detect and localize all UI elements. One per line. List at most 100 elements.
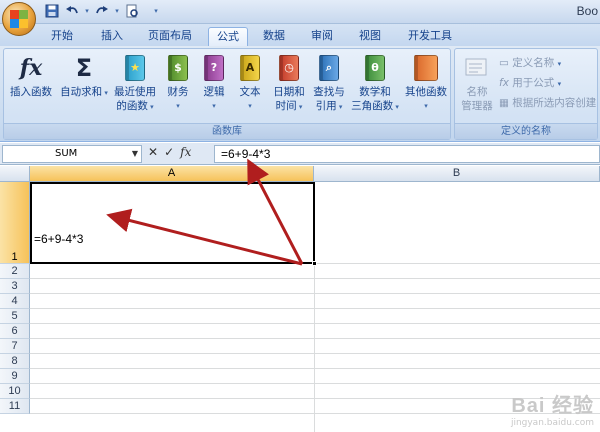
tab-data[interactable]: 数据 (256, 27, 292, 46)
table-row (30, 309, 600, 324)
enter-check-icon[interactable]: ✓ (164, 145, 174, 159)
row-header-3[interactable]: 3 (0, 279, 30, 294)
chevron-down-icon[interactable]: ▼ (132, 146, 138, 162)
math-label-1: 数学和 (359, 86, 391, 98)
watermark-logo: Bai 经验 (511, 395, 594, 417)
lookup-label-1: 查找与 (313, 86, 345, 98)
use-in-formula-button[interactable]: fx 用于公式 ▾ (499, 75, 561, 90)
name-box[interactable]: SUM ▼ (2, 145, 142, 163)
function-library-group: fx 插入函数 Σ 自动求和 ▾ ★ 最近使用 的函数 ▾ $ 财务 ▾ ? 逻… (3, 48, 451, 140)
tab-insert[interactable]: 插入 (92, 27, 132, 46)
logical-label: 逻辑 (203, 86, 225, 98)
redo-dropdown-icon[interactable]: ▾ (114, 3, 120, 19)
star-book-icon: ★ (121, 53, 149, 83)
more-functions-button[interactable]: 其他函数 ▾ (402, 53, 450, 113)
worksheet-grid: A B 1 2 3 4 5 6 7 8 9 10 11 =6+9-4*3 Bai… (0, 166, 600, 432)
math-label-2: 三角函数 (351, 100, 394, 112)
insert-function-icon[interactable]: fx (180, 145, 191, 159)
office-button[interactable] (2, 2, 36, 36)
undo-dropdown-icon[interactable]: ▾ (84, 3, 90, 19)
chevron-down-icon: ▾ (212, 102, 216, 110)
formula-bar: SUM ▼ ✕ ✓ fx =6+9-4*3 (0, 143, 600, 165)
print-preview-icon[interactable] (124, 3, 140, 19)
row-header-10[interactable]: 10 (0, 384, 30, 399)
defined-names-group: 名称 管理器 ▭ 定义名称 ▾ fx 用于公式 ▾ ▦ 根据所选内容创建 定义的… (454, 48, 598, 140)
watermark-url: jingyan.baidu.com (510, 418, 594, 428)
column-header-a[interactable]: A (30, 166, 314, 182)
name-manager-icon (463, 53, 491, 83)
undo-icon[interactable] (64, 3, 80, 19)
use-in-formula-label: 用于公式 (512, 77, 555, 89)
row-header-9[interactable]: 9 (0, 369, 30, 384)
cancel-icon[interactable]: ✕ (148, 145, 158, 159)
row-header-1[interactable]: 1 (0, 182, 30, 264)
customize-dropdown-icon[interactable]: ▾ (152, 3, 160, 19)
text-label: 文本 (239, 86, 261, 98)
create-from-selection-label: 根据所选内容创建 (512, 97, 597, 109)
fx-small-icon: fx (499, 77, 509, 89)
fill-handle[interactable] (312, 261, 317, 266)
row-header-8[interactable]: 8 (0, 354, 30, 369)
chevron-down-icon: ▾ (557, 80, 562, 88)
recent-functions-button[interactable]: ★ 最近使用 的函数 ▾ (110, 53, 160, 114)
formula-buttons: ✕ ✓ fx (148, 145, 191, 159)
date-time-label-1: 日期和 (273, 86, 305, 98)
create-from-selection-button[interactable]: ▦ 根据所选内容创建 (499, 95, 596, 110)
financial-button[interactable]: $ 财务 ▾ (162, 53, 194, 113)
watermark: Bai 经验 jingyan.baidu.com (511, 389, 594, 428)
row-header-11[interactable]: 11 (0, 399, 30, 414)
tab-review[interactable]: 审阅 (304, 27, 340, 46)
logical-button[interactable]: ? 逻辑 ▾ (198, 53, 230, 113)
quick-access-toolbar: ▾ ▾ ▾ (44, 3, 160, 19)
insert-function-button[interactable]: fx 插入函数 (6, 53, 56, 99)
ribbon-tabs: 开始 插入 页面布局 公式 数据 审阅 视图 开发工具 (0, 24, 600, 46)
row-header-6[interactable]: 6 (0, 324, 30, 339)
chevron-down-icon: ▾ (393, 103, 399, 111)
insert-function-label: 插入函数 (10, 86, 52, 98)
theta-book-icon: θ (361, 53, 389, 83)
table-row (30, 324, 600, 339)
tab-developer[interactable]: 开发工具 (400, 27, 460, 46)
cell-a1-value: =6+9-4*3 (34, 232, 84, 246)
math-trig-button[interactable]: θ 数学和 三角函数 ▾ (348, 53, 402, 114)
table-row (30, 369, 600, 384)
row-header-5[interactable]: 5 (0, 309, 30, 324)
date-time-label-2: 时间 (275, 100, 297, 112)
clock-book-icon: ◷ (275, 53, 303, 83)
select-all-corner[interactable] (0, 166, 30, 182)
tab-page-layout[interactable]: 页面布局 (140, 27, 200, 46)
formula-input[interactable]: =6+9-4*3 (214, 145, 600, 163)
row-header-2[interactable]: 2 (0, 264, 30, 279)
chevron-down-icon: ▾ (336, 103, 343, 111)
save-icon[interactable] (44, 3, 60, 19)
tab-home[interactable]: 开始 (44, 27, 80, 46)
lookup-label-2: 引用 (315, 100, 337, 112)
row-header-4[interactable]: 4 (0, 294, 30, 309)
ribbon: fx 插入函数 Σ 自动求和 ▾ ★ 最近使用 的函数 ▾ $ 财务 ▾ ? 逻… (0, 46, 600, 142)
function-library-group-label: 函数库 (4, 123, 450, 139)
lookup-reference-button[interactable]: ⌕ 查找与 引用 ▾ (310, 53, 348, 114)
name-manager-button[interactable]: 名称 管理器 (457, 53, 497, 113)
office-logo-icon (10, 10, 28, 28)
financial-label: 财务 (167, 86, 189, 98)
tab-formulas[interactable]: 公式 (208, 27, 248, 46)
text-button[interactable]: A 文本 ▾ (234, 53, 266, 113)
financial-book-icon: $ (164, 53, 192, 83)
text-book-icon: A (236, 53, 264, 83)
logical-book-icon: ? (200, 53, 228, 83)
date-time-button[interactable]: ◷ 日期和 时间 ▾ (270, 53, 308, 114)
redo-icon[interactable] (94, 3, 110, 19)
row-header-7[interactable]: 7 (0, 339, 30, 354)
chevron-down-icon: ▾ (248, 102, 252, 110)
column-header-b[interactable]: B (314, 166, 600, 182)
define-name-label: 定义名称 (512, 57, 555, 69)
tab-view[interactable]: 视图 (352, 27, 388, 46)
defined-names-group-label: 定义的名称 (455, 123, 597, 139)
sigma-icon: Σ (75, 54, 93, 82)
autosum-button[interactable]: Σ 自动求和 ▾ (60, 53, 108, 100)
chevron-down-icon: ▾ (176, 102, 180, 110)
define-name-button[interactable]: ▭ 定义名称 ▾ (499, 55, 561, 70)
chevron-down-icon: ▾ (102, 89, 108, 97)
cell-a1[interactable]: =6+9-4*3 (30, 182, 317, 266)
stacked-books-icon (412, 53, 440, 83)
